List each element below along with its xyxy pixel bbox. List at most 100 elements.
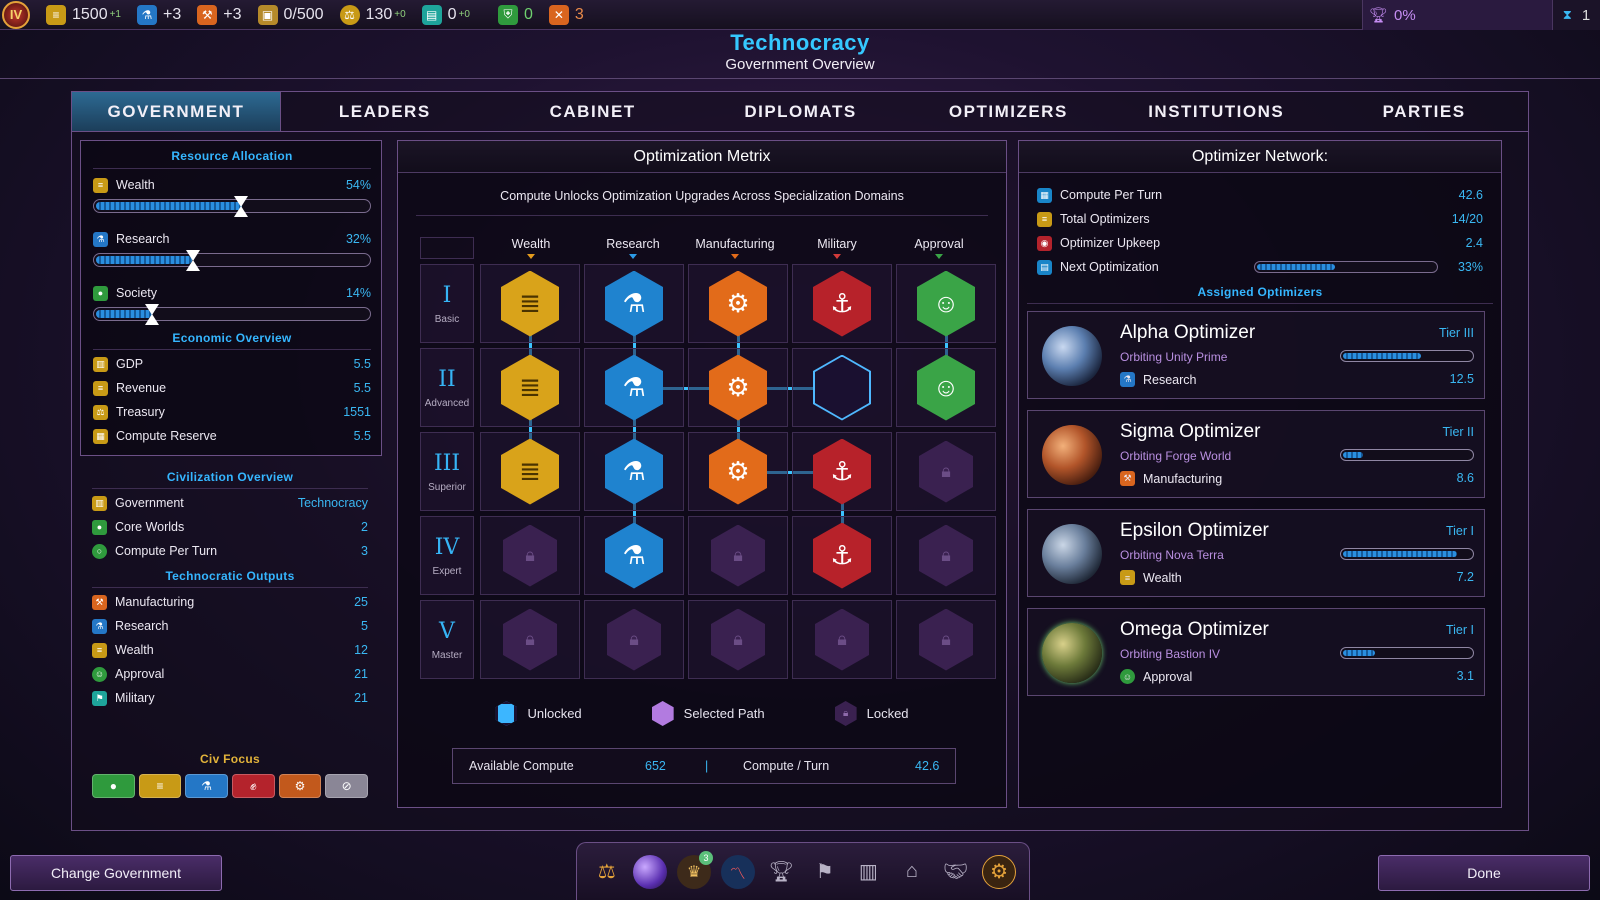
galaxy-orb-icon[interactable] xyxy=(633,854,668,889)
node-military-4[interactable]: ⚓ xyxy=(792,516,892,595)
chart-icon[interactable]: 〽 xyxy=(720,854,755,889)
node-research-1[interactable]: ⚗ xyxy=(584,264,684,343)
node-manufacturing-1[interactable]: ⚙ xyxy=(688,264,788,343)
node-approval-1[interactable]: ☺ xyxy=(896,264,996,343)
col-military: Military xyxy=(786,237,888,259)
trophy-icon[interactable]: 🏆︎ xyxy=(764,855,798,889)
civ-focus-buttons: ● ≡ ⚗ ✊︎ ⚙ ⊘ xyxy=(91,774,369,798)
resource-credits[interactable]: ≡ 1500 +1 xyxy=(46,4,121,25)
change-government-button[interactable]: Change Government xyxy=(10,855,222,891)
allocation-pct: 32% xyxy=(345,232,371,246)
flag-icon[interactable]: ⚑ xyxy=(808,855,842,889)
balance-icon: ⚖ xyxy=(93,404,108,420)
node-wealth-2[interactable]: ≣ xyxy=(480,348,580,427)
optimizer-name: Omega Optimizer xyxy=(1120,619,1269,640)
node-research-5[interactable]: 🔒︎ xyxy=(584,600,684,679)
focus-military-button[interactable]: ✊︎ xyxy=(232,774,275,798)
col-label: Military xyxy=(817,237,857,251)
optimizer-card-sigma[interactable]: Sigma Optimizer Tier II Orbiting Forge W… xyxy=(1027,410,1485,498)
tab-institutions[interactable]: INSTITUTIONS xyxy=(1112,92,1320,131)
influence-delta: +0 xyxy=(394,9,406,20)
handshake-icon[interactable]: 🤝︎ xyxy=(939,855,973,889)
research-slider[interactable] xyxy=(93,250,371,271)
focus-manufacturing-button[interactable]: ⚙ xyxy=(278,774,322,798)
coin-stack-icon: ≡ xyxy=(93,380,108,396)
stat-value: 2.4 xyxy=(1465,236,1483,250)
node-research-3[interactable]: ⚗ xyxy=(584,432,684,511)
node-manufacturing-5[interactable]: 🔒︎ xyxy=(688,600,788,679)
lock-icon: 🔒︎ xyxy=(503,524,557,587)
flask-icon: ⚗ xyxy=(605,354,663,421)
tab-diplomats[interactable]: DIPLOMATS xyxy=(697,92,905,131)
crown-icon[interactable]: ♛ 3 xyxy=(676,850,713,889)
node-military-5[interactable]: 🔒︎ xyxy=(792,600,892,679)
focus-society-button[interactable]: ● xyxy=(91,774,135,798)
column-icon[interactable]: ▥ xyxy=(851,855,885,889)
node-approval-5[interactable]: 🔒︎ xyxy=(896,600,996,679)
node-research-4[interactable]: ⚗ xyxy=(584,516,684,595)
person-icon: ● xyxy=(93,285,108,301)
victory-progress[interactable]: 🏆︎ 0% xyxy=(1362,0,1552,30)
resource-storage[interactable]: ▣ 0/500 xyxy=(257,4,324,25)
output-value: 25 xyxy=(354,595,368,609)
resource-defense[interactable]: ⛨ 0 xyxy=(497,4,533,25)
output-military: ⚑ Military 21 xyxy=(92,686,368,710)
tab-parties[interactable]: PARTIES xyxy=(1320,92,1528,131)
node-wealth-4[interactable]: 🔒︎ xyxy=(480,516,580,595)
wealth-icon: ≡ xyxy=(93,177,108,193)
society-slider[interactable] xyxy=(93,304,371,325)
shield-icon: ⛨ xyxy=(497,4,518,25)
empire-emblem[interactable]: IV xyxy=(2,0,30,29)
tab-government[interactable]: GOVERNMENT xyxy=(72,92,281,131)
resource-production[interactable]: ⚒ +3 xyxy=(197,4,242,25)
tab-leaders[interactable]: LEADERS xyxy=(281,92,489,131)
government-gear-icon[interactable]: ⚙ xyxy=(982,854,1017,889)
tier-numeral: I xyxy=(442,282,452,308)
smiley-icon: ☺ xyxy=(917,270,975,337)
node-manufacturing-2[interactable]: ⚙ xyxy=(688,348,788,427)
focus-none-button[interactable]: ⊘ xyxy=(325,774,369,798)
resource-influence[interactable]: ⚖ 130 +0 xyxy=(339,4,406,25)
legend-locked: 🔒︎ Locked xyxy=(834,701,909,726)
node-manufacturing-3[interactable]: ⚙ xyxy=(688,432,788,511)
civ-value: 2 xyxy=(361,520,368,534)
wealth-slider[interactable] xyxy=(93,196,371,217)
node-military-3[interactable]: ⚓ xyxy=(792,432,892,511)
output-wealth: ≡ Wealth 12 xyxy=(92,638,368,662)
tab-optimizers[interactable]: OPTIMIZERS xyxy=(904,92,1112,131)
scales-icon[interactable]: ⚖ xyxy=(590,855,624,889)
optimizer-spec: ⚒ Manufacturing xyxy=(1120,471,1222,486)
storage-icon: ▣ xyxy=(257,4,278,25)
node-wealth-5[interactable]: 🔒︎ xyxy=(480,600,580,679)
node-military-2[interactable] xyxy=(792,348,892,427)
focus-research-button[interactable]: ⚗ xyxy=(185,774,228,798)
ring-icon: ○ xyxy=(92,543,107,559)
node-wealth-3[interactable]: ≣ xyxy=(480,432,580,511)
node-manufacturing-4[interactable]: 🔒︎ xyxy=(688,516,788,595)
resource-military[interactable]: ✕ 3 xyxy=(548,4,584,25)
resource-research[interactable]: ⚗ +3 xyxy=(137,4,181,25)
node-wealth-1[interactable]: ≣ xyxy=(480,264,580,343)
slider-knob-bottom xyxy=(145,314,159,325)
resource-population[interactable]: ▤ 0 +0 xyxy=(421,4,470,25)
temple-icon[interactable]: ⌂ xyxy=(895,855,929,889)
optimizer-card-alpha[interactable]: Alpha Optimizer Tier III Orbiting Unity … xyxy=(1027,311,1485,399)
node-military-1[interactable]: ⚓ xyxy=(792,264,892,343)
allocation-label: Society xyxy=(116,286,157,300)
planet-icon xyxy=(1042,524,1102,584)
node-approval-4[interactable]: 🔒︎ xyxy=(896,516,996,595)
credits-value: 1500 xyxy=(72,5,108,23)
compute-turn-label: Compute / Turn xyxy=(743,759,830,773)
focus-wealth-button[interactable]: ≡ xyxy=(138,774,182,798)
anchor-icon: ⚓ xyxy=(813,522,871,589)
node-approval-3[interactable]: 🔒︎ xyxy=(896,432,996,511)
civ-overview-title: Civilization Overview xyxy=(166,470,294,484)
optimizer-card-epsilon[interactable]: Epsilon Optimizer Tier I Orbiting Nova T… xyxy=(1027,509,1485,597)
optimizer-progress xyxy=(1340,449,1474,461)
node-research-2[interactable]: ⚗ xyxy=(584,348,684,427)
optimizer-card-omega[interactable]: Omega Optimizer Tier I Orbiting Bastion … xyxy=(1027,608,1485,696)
turn-box[interactable]: ⧗ 1 xyxy=(1552,0,1600,30)
done-button[interactable]: Done xyxy=(1378,855,1590,891)
node-approval-2[interactable]: ☺ xyxy=(896,348,996,427)
tab-cabinet[interactable]: CABINET xyxy=(489,92,697,131)
